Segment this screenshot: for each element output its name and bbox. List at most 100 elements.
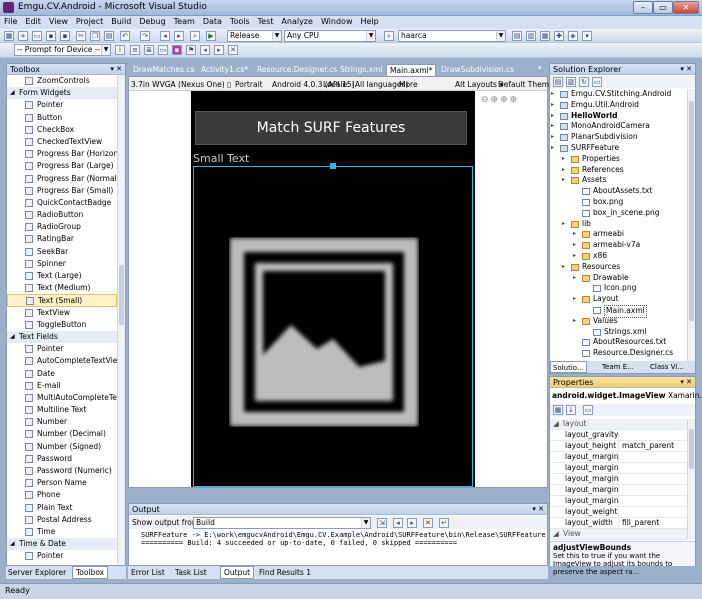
solution-scrollbar[interactable] bbox=[687, 89, 695, 361]
toolbox-item[interactable]: Progress Bar (Large) bbox=[7, 160, 117, 172]
toolbox-item[interactable]: CheckBox bbox=[7, 124, 117, 136]
copy-icon[interactable]: ❐ bbox=[90, 31, 100, 41]
save-all-icon[interactable]: ▪ bbox=[60, 31, 70, 41]
toolbox-item[interactable]: CheckedTextView bbox=[7, 136, 117, 148]
toolbox-item[interactable]: RadioButton bbox=[7, 209, 117, 221]
property-value[interactable]: match_parent bbox=[622, 441, 674, 451]
maximize-button[interactable]: ▭ bbox=[653, 1, 673, 14]
toolbox-item[interactable]: QuickContactBadge bbox=[7, 197, 117, 209]
property-row[interactable]: layout_marginLef bbox=[550, 474, 687, 485]
tree-item[interactable]: ▸ PlanarSubdivision bbox=[550, 132, 687, 143]
toolbox-item[interactable]: RatingBar bbox=[7, 233, 117, 245]
toolbox-item[interactable]: Date bbox=[7, 368, 117, 380]
toolbox-icon[interactable]: ✚ bbox=[554, 31, 564, 41]
tree-item[interactable]: ▸ MonoAndroidCamera bbox=[550, 121, 687, 132]
properties-icon[interactable]: ▤ bbox=[553, 77, 563, 87]
toolbox-item[interactable]: SeekBar bbox=[7, 246, 117, 258]
menu-item-view[interactable]: View bbox=[45, 16, 72, 26]
tree-item[interactable]: Resource.Designer.cs bbox=[550, 348, 687, 359]
tree-item[interactable]: ▸ armeabi-v7a bbox=[550, 240, 687, 251]
tree-item[interactable]: Strings.xml bbox=[550, 327, 687, 338]
toolbox-item[interactable]: ZoomControls bbox=[7, 75, 117, 87]
tab-drawsubdivision[interactable]: DrawSubdivision.cs bbox=[438, 64, 517, 76]
undo-icon[interactable]: ↶ bbox=[120, 31, 130, 41]
toolbox-item[interactable]: Button bbox=[7, 112, 117, 124]
expand-icon[interactable]: ▸ bbox=[573, 273, 576, 284]
toolbox-category[interactable]: Text Fields bbox=[7, 330, 117, 344]
expand-icon[interactable]: ▸ bbox=[551, 143, 554, 154]
find-results-tab[interactable]: Find Results 1 bbox=[259, 568, 311, 577]
property-row[interactable]: layout_height match_parent bbox=[550, 441, 687, 452]
solution-platform-combo[interactable]: Any CPU ▼ bbox=[284, 30, 376, 42]
property-category[interactable]: ◢ layout bbox=[550, 419, 687, 430]
start-debugging-icon[interactable]: ▶ bbox=[206, 31, 216, 41]
object-browser-icon[interactable]: ▦ bbox=[540, 31, 550, 41]
expand-icon[interactable]: ▸ bbox=[573, 316, 576, 327]
expand-icon[interactable]: ▸ bbox=[551, 111, 554, 122]
save-icon[interactable]: ▪ bbox=[46, 31, 56, 41]
tree-item[interactable]: ▸ SURFFeature bbox=[550, 143, 687, 154]
show-all-files-icon[interactable]: ▥ bbox=[566, 77, 576, 87]
menu-item-data[interactable]: Data bbox=[199, 16, 226, 26]
tree-item[interactable]: ▸ HelloWorld bbox=[550, 111, 687, 122]
panel-pin-close-icon[interactable]: ▾ ✕ bbox=[680, 64, 692, 75]
expand-icon[interactable]: ▸ bbox=[573, 240, 576, 251]
tree-item[interactable]: ▸ Properties bbox=[550, 154, 687, 165]
tree-item[interactable]: ▸ Assets bbox=[550, 175, 687, 186]
panel-pin-close-icon[interactable]: ▾ ✕ bbox=[680, 377, 692, 388]
navigate-forward-icon[interactable]: ▸ bbox=[174, 31, 184, 41]
tree-item[interactable]: ▸ Drawable bbox=[550, 273, 687, 284]
expand-icon[interactable]: ▸ bbox=[551, 132, 554, 143]
tab-main-axml[interactable]: Main.axml* bbox=[386, 64, 437, 76]
property-row[interactable]: layout_marginTop bbox=[550, 496, 687, 507]
categorized-icon[interactable]: ▦ bbox=[553, 405, 563, 415]
property-row[interactable]: layout_gravity bbox=[550, 430, 687, 441]
menu-item-window[interactable]: Window bbox=[317, 16, 357, 26]
expand-icon[interactable]: ▸ bbox=[573, 294, 576, 305]
tree-item[interactable]: ▸ Layout bbox=[550, 294, 687, 305]
device-combo[interactable]: -- Prompt for Device -- ▼ bbox=[14, 44, 111, 56]
toolbox-item[interactable]: Multiline Text bbox=[7, 404, 117, 416]
expand-icon[interactable]: ▸ bbox=[562, 262, 565, 273]
tree-item[interactable]: ▸ armeabi bbox=[550, 229, 687, 240]
toolbox-item[interactable]: Text (Large) bbox=[7, 270, 117, 282]
toolbox-item[interactable]: Progress Bar (Horizont... bbox=[7, 148, 117, 160]
orientation-selector[interactable]: Portrait bbox=[235, 80, 263, 89]
property-value[interactable]: fill_parent bbox=[622, 518, 659, 528]
toolbox-item[interactable]: RadioGroup bbox=[7, 221, 117, 233]
bookmark-icon[interactable]: ⚑ bbox=[186, 45, 196, 55]
expand-icon[interactable]: ▸ bbox=[551, 100, 554, 111]
tree-item[interactable]: ▸ Resources bbox=[550, 262, 687, 273]
tree-item[interactable]: ▸ x86 bbox=[550, 251, 687, 262]
toolbox-item[interactable]: Pointer bbox=[7, 550, 117, 562]
toolbox-item[interactable]: Password bbox=[7, 453, 117, 465]
toolbox-tab[interactable]: Toolbox bbox=[72, 566, 109, 579]
tree-item[interactable]: box_in_scene.png bbox=[550, 208, 687, 219]
zoom-controls[interactable]: ⊖⊕⊕⊕ bbox=[481, 95, 519, 105]
locale-selector[interactable]: Locale: (All languages) bbox=[323, 80, 408, 89]
property-pages-icon[interactable]: ▭ bbox=[583, 405, 593, 415]
properties-object-selector[interactable]: android.widget.ImageView Xamarin.And bbox=[552, 391, 702, 400]
properties-scrollbar[interactable] bbox=[687, 419, 695, 539]
theme-selector[interactable]: Default Theme bbox=[498, 80, 554, 89]
toolbox-item[interactable]: AutoCompleteTextView bbox=[7, 355, 117, 367]
prev-bookmark-icon[interactable]: ◂ bbox=[200, 45, 210, 55]
expand-icon[interactable]: ▸ bbox=[573, 251, 576, 262]
scrollbar-thumb[interactable] bbox=[689, 429, 694, 469]
class-view-tab[interactable]: Class Vi... bbox=[650, 361, 684, 373]
output-tab[interactable]: Output bbox=[220, 566, 255, 579]
toolbox-item[interactable]: Time bbox=[7, 526, 117, 538]
find-icon[interactable]: ⌕ bbox=[190, 31, 200, 41]
comment-icon[interactable]: ▭ bbox=[158, 45, 168, 55]
solution-explorer-tab[interactable]: Solutio... bbox=[550, 361, 587, 373]
tree-item[interactable]: AboutResources.txt bbox=[550, 337, 687, 348]
tree-item[interactable]: ▸ Emgu.Util.Android bbox=[550, 100, 687, 111]
property-category[interactable]: ◢ View bbox=[550, 529, 687, 540]
tab-resource-designer[interactable]: Resource.Designer.cs bbox=[254, 64, 340, 76]
word-wrap-icon[interactable]: ↵ bbox=[439, 518, 449, 528]
minimize-button[interactable]: – bbox=[633, 1, 653, 14]
toolbox-item[interactable]: TextView bbox=[7, 307, 117, 319]
clear-bookmarks-icon[interactable]: ✕ bbox=[228, 45, 238, 55]
navigate-back-icon[interactable]: ◂ bbox=[160, 31, 170, 41]
new-project-icon[interactable]: ▦ bbox=[4, 31, 14, 41]
